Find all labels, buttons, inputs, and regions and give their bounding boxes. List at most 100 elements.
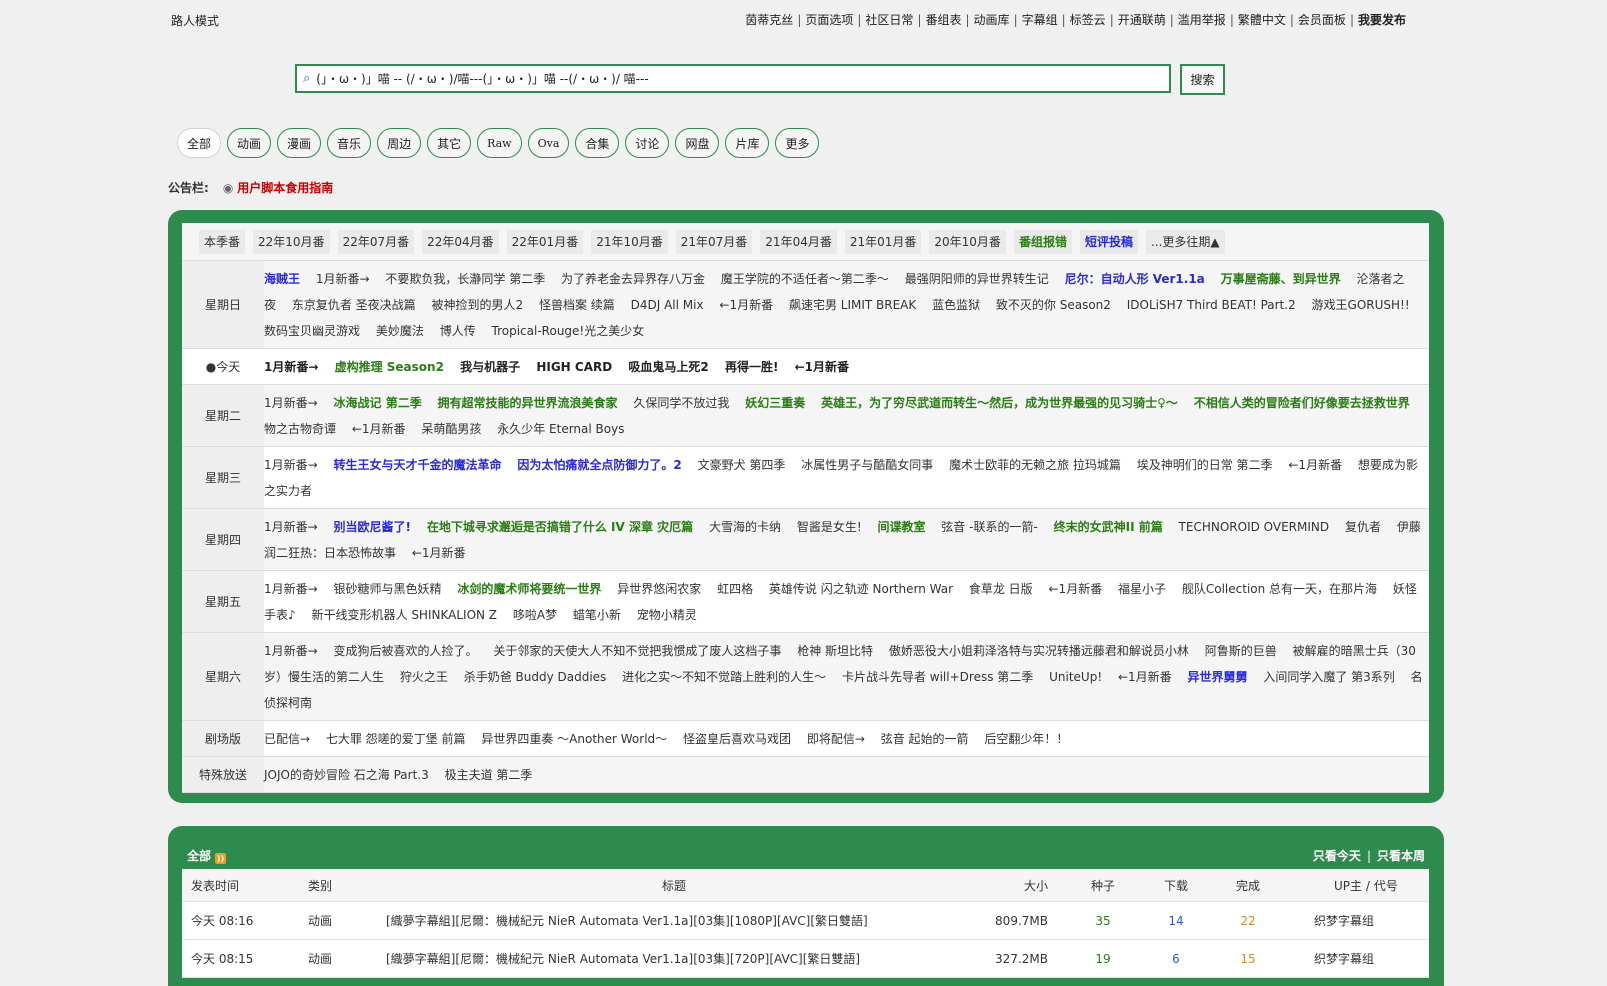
- anime-link[interactable]: UniteUp!: [1049, 670, 1102, 684]
- anime-link[interactable]: 被神捡到的男人2: [432, 298, 524, 312]
- nav-link[interactable]: 繁體中文: [1238, 13, 1286, 27]
- nav-link[interactable]: 滥用举报: [1178, 13, 1226, 27]
- anime-link[interactable]: 吸血鬼马上死2: [628, 360, 708, 374]
- anime-link[interactable]: 物之古物奇谭: [264, 422, 336, 436]
- category-pill[interactable]: 周边: [377, 128, 422, 158]
- nav-link[interactable]: 会员面板: [1298, 13, 1346, 27]
- anime-link[interactable]: 进化之实～不知不觉踏上胜利的人生～: [622, 670, 826, 684]
- anime-link[interactable]: 1月新番→: [264, 582, 318, 596]
- anime-link[interactable]: 蓝色监狱: [932, 298, 980, 312]
- anime-link[interactable]: 弦音 -联系的一箭-: [941, 520, 1037, 534]
- season-tab[interactable]: 短评投稿: [1079, 229, 1138, 254]
- announcement-link[interactable]: 用户脚本食用指南: [237, 181, 333, 195]
- anime-link[interactable]: 宠物小精灵: [637, 608, 697, 622]
- nav-link[interactable]: 社区日常: [865, 13, 913, 27]
- anime-link[interactable]: ←1月新番: [412, 546, 466, 560]
- anime-link[interactable]: 1月新番→: [264, 396, 318, 410]
- anime-link[interactable]: 海贼王: [264, 272, 300, 286]
- anime-link[interactable]: 1月新番→: [264, 360, 318, 374]
- anime-link[interactable]: TECHNOROID OVERMIND: [1179, 520, 1330, 534]
- anime-link[interactable]: ←1月新番: [1118, 670, 1172, 684]
- season-tab[interactable]: 20年10月番: [929, 229, 1006, 254]
- anime-link[interactable]: 食草龙 日版: [969, 582, 1033, 596]
- anime-link[interactable]: 怪兽档案 续篇: [539, 298, 615, 312]
- search-input[interactable]: [314, 70, 1169, 87]
- anime-link[interactable]: 久保同学不放过我: [633, 396, 729, 410]
- anime-link[interactable]: D4DJ All Mix: [631, 298, 704, 312]
- anime-link[interactable]: 异世界悠闲农家: [617, 582, 701, 596]
- anime-link[interactable]: 魔术士欧菲的无赖之旅 拉玛城篇: [949, 458, 1121, 472]
- category-pill[interactable]: 合集: [575, 128, 620, 158]
- anime-link[interactable]: 间谍教室: [877, 520, 925, 534]
- anime-link[interactable]: 新干线变形机器人 SHINKALION Z: [312, 608, 498, 622]
- anime-link[interactable]: 极主夫道 第二季: [445, 768, 533, 782]
- anime-link[interactable]: 飙速宅男 LIMIT BREAK: [789, 298, 916, 312]
- column-header[interactable]: 完成: [1212, 877, 1284, 894]
- cell-title[interactable]: [織夢字幕組][尼爾：機械紀元 NieR Automata Ver1.1a][0…: [378, 912, 970, 929]
- anime-link[interactable]: 傲娇恶役大小姐莉泽洛特与实况转播远藤君和解说员小林: [889, 644, 1189, 658]
- cell-cat[interactable]: 动画: [290, 950, 378, 967]
- anime-link[interactable]: 拥有超常技能的异世界流浪美食家: [438, 396, 618, 410]
- column-header[interactable]: 标题: [378, 877, 970, 894]
- anime-link[interactable]: IDOLiSH7 Third BEAT! Part.2: [1127, 298, 1296, 312]
- season-tab[interactable]: 21年07月番: [675, 229, 753, 254]
- anime-link[interactable]: Tropical-Rouge!光之美少女: [492, 324, 645, 338]
- list-title-text[interactable]: 全部: [187, 849, 211, 863]
- anime-link[interactable]: 后空翻少年！！: [984, 732, 1068, 746]
- anime-link[interactable]: 七大罪 怨嗟的爱丁堡 前篇: [326, 732, 466, 746]
- season-tab[interactable]: 22年04月番: [422, 229, 499, 254]
- column-header[interactable]: UP主 / 代号: [1284, 877, 1429, 894]
- anime-link[interactable]: 再得一胜!: [725, 360, 778, 374]
- nav-link[interactable]: 页面选项: [805, 13, 853, 27]
- anime-link[interactable]: 冰剑的魔术师将要统一世界: [457, 582, 601, 596]
- anime-link[interactable]: 福星小子: [1118, 582, 1166, 596]
- cell-up[interactable]: 织梦字幕组: [1284, 950, 1429, 967]
- category-pill[interactable]: 音乐: [327, 128, 372, 158]
- anime-link[interactable]: ←1月新番: [1049, 582, 1103, 596]
- anime-link[interactable]: 狩火之王: [400, 670, 448, 684]
- column-header[interactable]: 类别: [290, 877, 378, 894]
- anime-link[interactable]: ←1月新番: [1288, 458, 1342, 472]
- category-pill[interactable]: 其它: [427, 128, 472, 158]
- category-pill[interactable]: 片库: [725, 128, 770, 158]
- anime-link[interactable]: 最强阴阳师的异世界转生记: [905, 272, 1049, 286]
- category-pill[interactable]: 漫画: [277, 128, 322, 158]
- anime-link[interactable]: 我与机器子: [460, 360, 520, 374]
- anime-link[interactable]: ←1月新番: [795, 360, 849, 374]
- anime-link[interactable]: 卡片战斗先导者 will+Dress 第二季: [842, 670, 1033, 684]
- anime-link[interactable]: 关于邻家的天使大人不知不觉把我惯成了废人这档子事: [493, 644, 781, 658]
- anime-link[interactable]: 异世界四重奏 ～Another World～: [481, 732, 667, 746]
- anime-link[interactable]: 1月新番→: [264, 644, 318, 658]
- guest-mode-label[interactable]: 路人模式: [171, 12, 219, 29]
- anime-link[interactable]: 异世界舅舅: [1188, 670, 1248, 684]
- search-button[interactable]: 搜索: [1180, 64, 1225, 95]
- cell-cat[interactable]: 动画: [290, 912, 378, 929]
- category-pill[interactable]: 动画: [227, 128, 272, 158]
- category-pill[interactable]: 网盘: [675, 128, 720, 158]
- cell-up[interactable]: 织梦字幕组: [1284, 912, 1429, 929]
- season-tab[interactable]: 21年10月番: [591, 229, 668, 254]
- anime-link[interactable]: 英雄王，为了穷尽武道而转生～然后，成为世界最强的见习骑士♀～: [821, 396, 1178, 410]
- anime-link[interactable]: 枪神 斯坦比特: [797, 644, 873, 658]
- nav-link[interactable]: 茵蒂克丝: [745, 13, 793, 27]
- column-header[interactable]: 种子: [1066, 877, 1140, 894]
- anime-link[interactable]: 1月新番→: [316, 272, 370, 286]
- anime-link[interactable]: 英雄传说 闪之轨迹 Northern War: [769, 582, 953, 596]
- anime-link[interactable]: 1月新番→: [264, 458, 318, 472]
- anime-link[interactable]: 不要欺负我，长瀞同学 第二季: [385, 272, 545, 286]
- anime-link[interactable]: 智酱是女生!: [797, 520, 862, 534]
- nav-link[interactable]: 我要发布: [1358, 13, 1406, 27]
- nav-link[interactable]: 标签云: [1070, 13, 1106, 27]
- anime-link[interactable]: 1月新番→: [264, 520, 318, 534]
- anime-link[interactable]: 弦音 起始的一箭: [881, 732, 969, 746]
- anime-link[interactable]: 蜡笔小新: [573, 608, 621, 622]
- anime-link[interactable]: 舰队Collection 总有一天，在那片海: [1182, 582, 1377, 596]
- anime-link[interactable]: HIGH CARD: [536, 360, 612, 374]
- anime-link[interactable]: 杀手奶爸 Buddy Daddies: [464, 670, 607, 684]
- anime-link[interactable]: 致不灭的你 Season2: [996, 298, 1111, 312]
- nav-link[interactable]: 开通联萌: [1118, 13, 1166, 27]
- anime-link[interactable]: 不相信人类的冒险者们好像要去拯救世界: [1194, 396, 1410, 410]
- anime-link[interactable]: ←1月新番: [719, 298, 773, 312]
- anime-link[interactable]: 怪盗皇后喜欢马戏团: [683, 732, 791, 746]
- anime-link[interactable]: 万事屋斋藤、到异世界: [1221, 272, 1341, 286]
